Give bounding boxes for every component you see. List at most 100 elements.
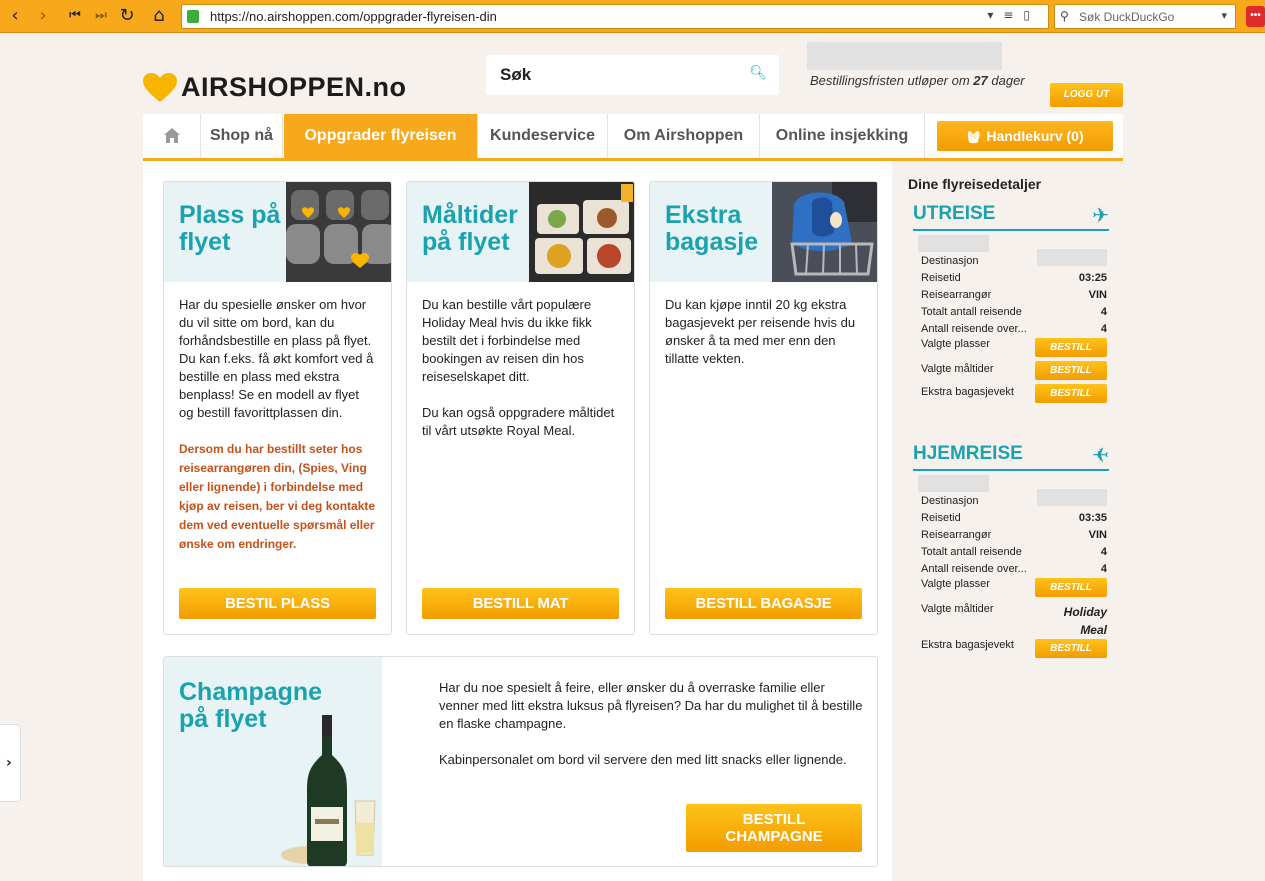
return-traveltime-row: Reisetid 03:35 — [913, 510, 1109, 527]
return-destination-row: Destinasjon — [913, 489, 1109, 510]
card-baggage-title: Ekstra bagasje — [665, 202, 758, 256]
row-label: Ekstra bagasjevekt — [921, 639, 1014, 651]
row-value: 03:25 — [1078, 272, 1107, 284]
card-title-line2: på flyet — [422, 228, 510, 256]
first-page-icon[interactable]: ⏮ — [64, 5, 86, 27]
outbound-operator-row: Reisearrangør VIN — [913, 287, 1109, 304]
url-text: https://no.airshoppen.com/oppgrader-flyr… — [210, 9, 497, 24]
reload-icon[interactable]: ↻ — [116, 5, 138, 27]
return-heading: HJEMREISE — [913, 443, 1023, 464]
card-title-line2: bagasje — [665, 228, 759, 256]
redacted-date — [918, 235, 989, 252]
forward-icon[interactable]: › — [32, 5, 54, 27]
nav-shop[interactable]: Shop nå — [201, 114, 283, 158]
row-label: Ekstra bagasjevekt — [921, 386, 1014, 398]
outbound-seats-order-button[interactable]: BESTILL — [1035, 338, 1107, 357]
outbound-rows: Destinasjon Reisetid 03:25 Reisearrangør… — [913, 233, 1109, 407]
card-seats-header: Plass på flyet — [164, 182, 391, 282]
redacted-destination — [1037, 489, 1107, 506]
champagne-image — [279, 715, 379, 866]
nav-online-checkin[interactable]: Online insjekking — [760, 114, 925, 158]
nav-home-icon[interactable] — [143, 114, 201, 158]
logout-button[interactable]: LOGG UT — [1050, 83, 1123, 107]
card-seats-title: Plass på flyet — [179, 202, 280, 256]
row-label: Destinasjon — [921, 495, 979, 507]
card-title-line1: Ekstra — [665, 201, 742, 229]
deadline-prefix: Bestillingsfristen utløper om — [810, 73, 970, 88]
row-label: Antall reisende over... — [921, 323, 1027, 335]
row-value: VIN — [1088, 289, 1107, 301]
back-icon[interactable]: ‹ — [4, 5, 26, 27]
row-label: Reisearrangør — [921, 289, 992, 301]
site-logo[interactable]: AIRSHOPPEN.no — [143, 72, 407, 103]
seats-image — [286, 182, 391, 282]
card-seats-body: Har du spesielle ønsker om hvor du vil s… — [164, 282, 391, 554]
champagne-text: Har du noe spesielt å feire, eller ønske… — [439, 679, 864, 787]
card-champagne: Champagne på flyet Har du noe spesielt å… — [163, 656, 878, 867]
card-meals-text: Du kan bestille vårt populære Holiday Me… — [422, 297, 592, 384]
card-seats-warning: Dersom du har bestillt seter hos reisear… — [179, 442, 376, 551]
row-value: 4 — [1100, 563, 1107, 575]
return-rows: Destinasjon Reisetid 03:35 Reisearrangør… — [913, 473, 1109, 662]
row-value: 03:35 — [1078, 512, 1107, 524]
site-search-input[interactable]: Søk 🔍︎ — [486, 55, 779, 95]
cart-button[interactable]: 🧺︎ Handlekurv (0) — [937, 121, 1113, 151]
logo-text: AIRSHOPPEN.no — [181, 72, 407, 102]
return-meals-row: Valgte måltider Holiday Meal — [913, 601, 1109, 639]
nav-upgrade-flight[interactable]: Oppgrader flyreisen — [284, 114, 478, 158]
row-label: Valgte plasser — [921, 338, 990, 350]
row-label: Antall reisende over... — [921, 563, 1027, 575]
row-label: Reisearrangør — [921, 529, 992, 541]
row-label: Valgte plasser — [921, 578, 990, 590]
chevron-down-icon[interactable]: ▾ — [1221, 9, 1227, 22]
search-icon: ⚲ — [1060, 9, 1069, 23]
redacted-date — [918, 475, 989, 492]
row-label: Valgte måltider — [921, 363, 994, 375]
main-navigation: Shop nå Oppgrader flyreisen Kundeservice… — [143, 114, 1123, 161]
plane-departure-icon: ✈ — [1092, 203, 1109, 227]
card-seats: Plass på flyet Har du spesielle ønsker o… — [163, 181, 392, 635]
outbound-baggage-order-button[interactable]: BESTILL — [1035, 384, 1107, 403]
return-travelers-over-row: Antall reisende over... 4 — [913, 561, 1109, 578]
return-baggage-order-button[interactable]: BESTILL — [1035, 639, 1107, 658]
outbound-travelers-over-row: Antall reisende over... 4 — [913, 321, 1109, 338]
magnifier-icon[interactable]: 🔍︎ — [749, 65, 767, 81]
browser-search-input[interactable]: ⚲ Søk DuckDuckGo ▾ — [1054, 4, 1236, 29]
outbound-section: UTREISE ✈ Destinasjon Reisetid 03:25 Rei… — [913, 201, 1109, 407]
return-header: HJEMREISE ✈ — [913, 441, 1109, 471]
order-champagne-button[interactable]: BESTILL CHAMPAGNE — [686, 804, 862, 852]
chevron-right-icon: › — [6, 755, 12, 771]
outbound-header: UTREISE ✈ — [913, 201, 1109, 231]
meal-image — [529, 182, 634, 282]
sidebar-title: Dine flyreisedetaljer — [908, 176, 1042, 192]
order-baggage-button[interactable]: BESTILL BAGASJE — [665, 588, 862, 619]
card-meals-header: Måltider på flyet — [407, 182, 634, 282]
outbound-meals-order-button[interactable]: BESTILL — [1035, 361, 1107, 380]
return-seats-order-button[interactable]: BESTILL — [1035, 578, 1107, 597]
book-seat-button[interactable]: BESTIL PLASS — [179, 588, 376, 619]
champagne-button-line1: BESTILL — [742, 811, 806, 828]
extension-icon[interactable]: ••• — [1246, 6, 1265, 27]
address-bar[interactable]: https://no.airshoppen.com/oppgrader-flyr… — [181, 4, 1049, 29]
nav-about[interactable]: Om Airshoppen — [608, 114, 760, 158]
outbound-seats-row: Valgte plasser BESTILL — [913, 338, 1109, 361]
card-baggage: Ekstra bagasje Du kan kjøpe inntil 20 kg… — [649, 181, 878, 635]
card-baggage-text: Du kan kjøpe inntil 20 kg ekstra bagasje… — [665, 297, 856, 366]
card-baggage-body: Du kan kjøpe inntil 20 kg ekstra bagasje… — [650, 282, 877, 368]
row-label: Reisetid — [921, 272, 961, 284]
meal-value-line2: Meal — [1080, 623, 1107, 637]
nav-customer-service[interactable]: Kundeservice — [478, 114, 608, 158]
side-panel-toggle[interactable]: › — [0, 724, 21, 802]
order-food-button[interactable]: BESTILL MAT — [422, 588, 619, 619]
card-meals: Måltider på flyet Du kan bestille vårt p… — [406, 181, 635, 635]
heart-logo-icon — [143, 72, 177, 103]
return-seats-row: Valgte plasser BESTILL — [913, 578, 1109, 601]
outbound-meals-row: Valgte måltider BESTILL — [913, 361, 1109, 384]
url-actions-icon[interactable]: ▾≡▯ — [987, 8, 1040, 22]
row-value: VIN — [1088, 529, 1107, 541]
last-page-icon[interactable]: ⏭ — [90, 5, 112, 27]
card-title-line2: flyet — [179, 228, 231, 256]
baggage-image — [772, 182, 877, 282]
outbound-traveltime-row: Reisetid 03:25 — [913, 270, 1109, 287]
home-icon[interactable]: ⌂ — [148, 5, 170, 27]
